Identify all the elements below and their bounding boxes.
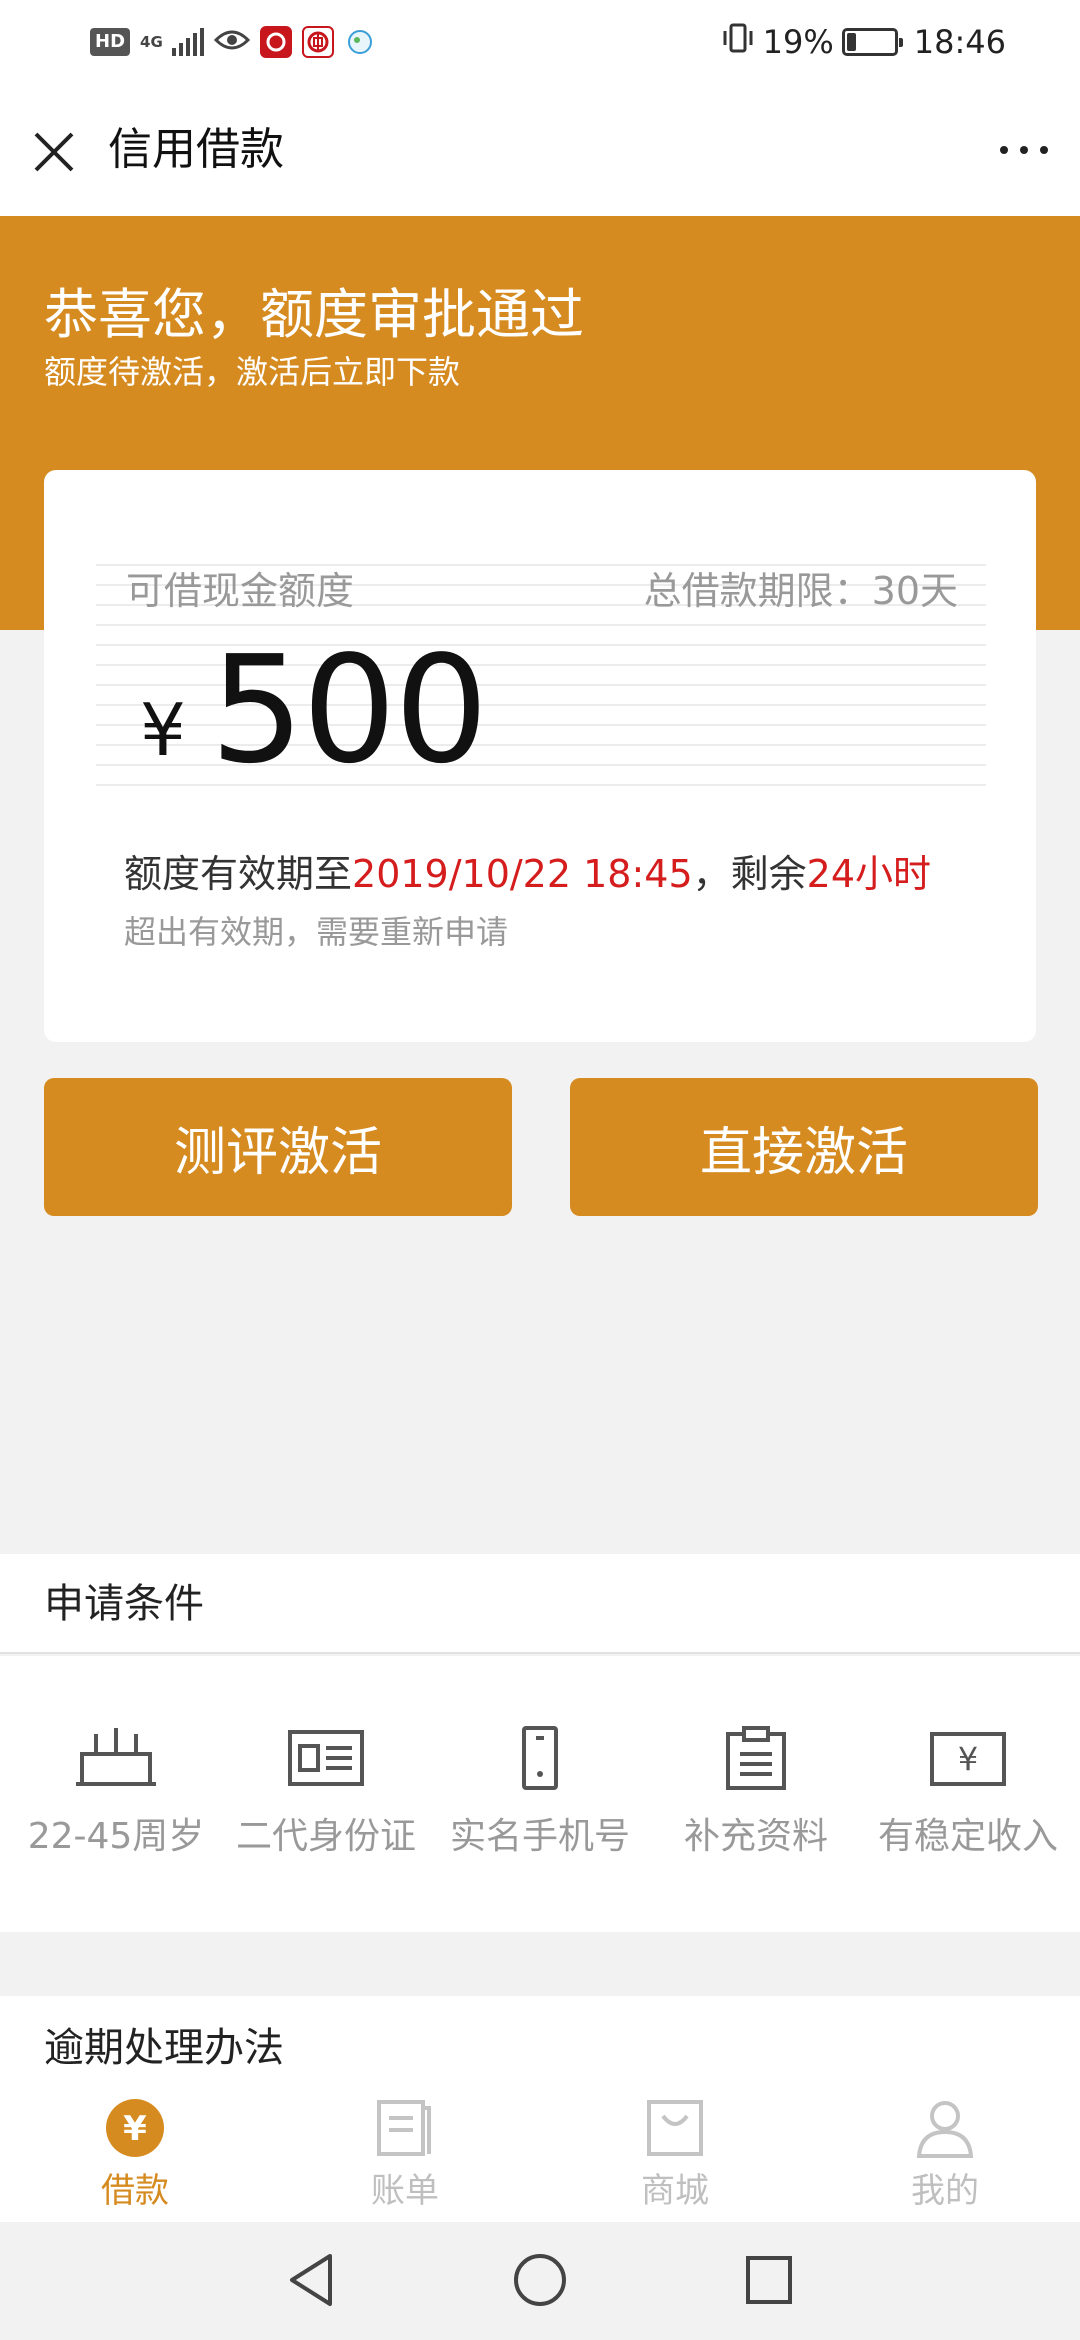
- validity-remaining: 24小时: [806, 852, 931, 896]
- validity-date: 2019/10/22 18:45: [352, 852, 693, 896]
- clock: 18:46: [913, 23, 1006, 61]
- battery-percent: 19%: [762, 23, 834, 61]
- back-icon[interactable]: [286, 2252, 336, 2308]
- expire-note: 超出有效期，需要重新申请: [124, 913, 509, 951]
- signal-icon: [172, 28, 205, 56]
- battery-icon: [841, 28, 903, 56]
- system-nav-bar: [0, 2222, 1080, 2340]
- eye-icon: [213, 26, 251, 58]
- yen-icon: ¥: [105, 2098, 165, 2158]
- tab-bar: ¥ 借款 账单 商城 我的: [0, 2084, 1080, 2222]
- condition-label: 补充资料: [683, 1816, 828, 1857]
- tab-label: 账单: [371, 2171, 439, 2211]
- condition-income: ¥ 有稳定收入: [860, 1726, 1076, 1862]
- home-icon[interactable]: [512, 2252, 568, 2308]
- svg-text:¥: ¥: [123, 2109, 147, 2149]
- clipboard-icon: [648, 1726, 864, 1790]
- condition-label: 实名手机号: [449, 1816, 630, 1857]
- phone-icon: [432, 1726, 648, 1790]
- condition-label: 有稳定收入: [877, 1816, 1058, 1857]
- overdue-title: 逾期处理办法: [44, 2025, 284, 2071]
- shop-bag-icon: [645, 2098, 705, 2158]
- more-icon[interactable]: [994, 130, 1054, 170]
- globe-app-icon: [344, 26, 376, 58]
- tab-shop[interactable]: 商城: [540, 2084, 810, 2222]
- condition-id-card: 二代身份证: [218, 1726, 434, 1862]
- page-title: 信用借款: [108, 124, 284, 175]
- tab-loan[interactable]: ¥ 借款: [0, 2084, 270, 2222]
- credit-amount: 500: [210, 624, 488, 796]
- boc-app-icon: [302, 26, 335, 58]
- conditions-title: 申请条件: [44, 1581, 204, 1627]
- income-icon: ¥: [860, 1726, 1076, 1790]
- tab-profile[interactable]: 我的: [810, 2084, 1080, 2222]
- validity-line: 额度有效期至2019/10/22 18:45，剩余24小时: [124, 848, 931, 900]
- condition-label: 二代身份证: [235, 1816, 416, 1857]
- condition-age: 22-45周岁: [8, 1726, 224, 1862]
- term-label: 总借款期限：30天: [643, 569, 958, 613]
- conditions-header: 申请条件: [0, 1554, 1080, 1654]
- svg-text:¥: ¥: [958, 1740, 978, 1778]
- tab-label: 商城: [641, 2171, 709, 2211]
- nav-bar: 信用借款: [0, 84, 1080, 216]
- status-bar-right: 19% 18:46: [721, 18, 1006, 66]
- validity-mid: ，剩余: [692, 852, 807, 896]
- status-bar-left: HD 4G: [90, 22, 376, 62]
- recents-icon[interactable]: [744, 2252, 794, 2308]
- network-type: 4G: [140, 33, 163, 51]
- hd-badge: HD: [90, 28, 131, 56]
- tab-bill[interactable]: 账单: [270, 2084, 540, 2222]
- tab-label: 借款: [101, 2171, 169, 2211]
- condition-phone: 实名手机号: [432, 1726, 648, 1862]
- credit-card: 可借现金额度 总借款期限：30天 ¥ 500 额度有效期至2019/10/22 …: [44, 470, 1036, 1042]
- direct-activate-button[interactable]: 直接激活: [570, 1078, 1038, 1216]
- cake-icon: [8, 1726, 224, 1790]
- condition-label: 22-45周岁: [27, 1816, 205, 1857]
- user-icon: [915, 2098, 975, 2158]
- conditions-list: 22-45周岁 二代身份证 实名手机号 补充资料 ¥ 有稳定收入: [0, 1656, 1080, 1932]
- close-icon[interactable]: [28, 126, 80, 178]
- bill-icon: [375, 2098, 435, 2158]
- evaluate-activate-button[interactable]: 测评激活: [44, 1078, 512, 1216]
- amount-label: 可借现金额度: [126, 569, 355, 613]
- vibrate-icon: [721, 21, 755, 63]
- banner-subtitle: 额度待激活，激活后立即下款: [44, 353, 461, 391]
- id-card-icon: [218, 1726, 434, 1790]
- condition-supplement: 补充资料: [648, 1726, 864, 1862]
- banner-title: 恭喜您，额度审批通过: [44, 283, 584, 346]
- validity-prefix: 额度有效期至: [124, 852, 353, 896]
- currency-symbol: ¥: [140, 688, 186, 772]
- bank-app-icon: [260, 26, 293, 58]
- status-bar: HD 4G 19% 18:46: [0, 0, 1080, 84]
- tab-label: 我的: [911, 2171, 979, 2211]
